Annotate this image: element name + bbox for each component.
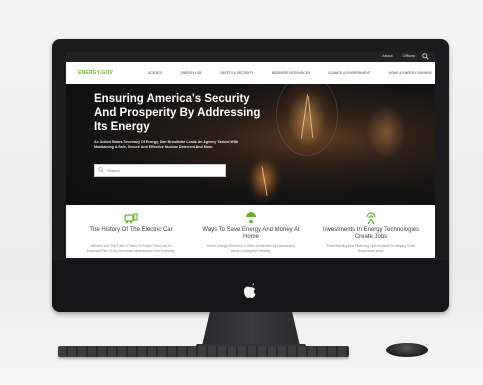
card-text: From Building And Financing Opportunitie… xyxy=(326,244,416,253)
card-text: Home Energy Efficiency Is Often Dominate… xyxy=(207,244,295,253)
hero-title: Ensuring America's Security And Prosperi… xyxy=(94,93,261,133)
nav-science[interactable]: SCIENCE xyxy=(148,71,163,75)
wind-signal-icon xyxy=(366,212,376,224)
hero-search[interactable] xyxy=(94,164,226,177)
imac-monitor: About Offices ENERGY.GOV SCIENCE ENERGY … xyxy=(52,39,449,312)
search-input[interactable] xyxy=(107,166,217,174)
lightbulb-image xyxy=(366,104,406,159)
site-logo[interactable]: ENERGY.GOV xyxy=(78,70,113,76)
card-title: Investments In Energy Technologies Creat… xyxy=(322,227,420,240)
car-charging-icon xyxy=(124,213,138,224)
mouse xyxy=(386,343,428,357)
nav-energy-use[interactable]: ENERGY USE xyxy=(181,71,203,75)
keyboard xyxy=(58,346,349,357)
hero-subtitle: As United States Secretary Of Energy, Da… xyxy=(94,140,239,149)
card-title: The History Of The Electric Car xyxy=(89,227,173,233)
card-text: Vehicles And The Fuels It Takes To Power… xyxy=(86,244,176,253)
nav-home-energy-savings[interactable]: HOME & ENERGY SAVINGS xyxy=(389,71,432,75)
feature-cards: The History Of The Electric Car Vehicles… xyxy=(66,205,435,258)
offices-link[interactable]: Offices xyxy=(403,53,415,58)
search-icon xyxy=(98,167,104,173)
nav-climate-environment[interactable]: CLIMATE & ENVIRONMENT xyxy=(328,71,370,75)
energy-saving-icon xyxy=(246,212,256,224)
utility-bar: About Offices xyxy=(66,52,435,62)
nav-safety-security[interactable]: SAFETY & SECURITY xyxy=(220,71,253,75)
main-nav: ENERGY.GOV SCIENCE ENERGY USE SAFETY & S… xyxy=(66,62,435,85)
apple-logo-icon xyxy=(243,283,256,299)
monitor-stand xyxy=(202,312,300,346)
search-icon[interactable] xyxy=(422,53,429,60)
about-link[interactable]: About xyxy=(382,53,392,58)
card-title: Ways To Save Energy And Money At Home xyxy=(202,227,300,240)
nav-business-resources[interactable]: BUSINESS RESOURCES xyxy=(272,71,310,75)
website-screen: About Offices ENERGY.GOV SCIENCE ENERGY … xyxy=(66,52,435,258)
hero-banner: Ensuring America's Security And Prosperi… xyxy=(66,84,435,205)
